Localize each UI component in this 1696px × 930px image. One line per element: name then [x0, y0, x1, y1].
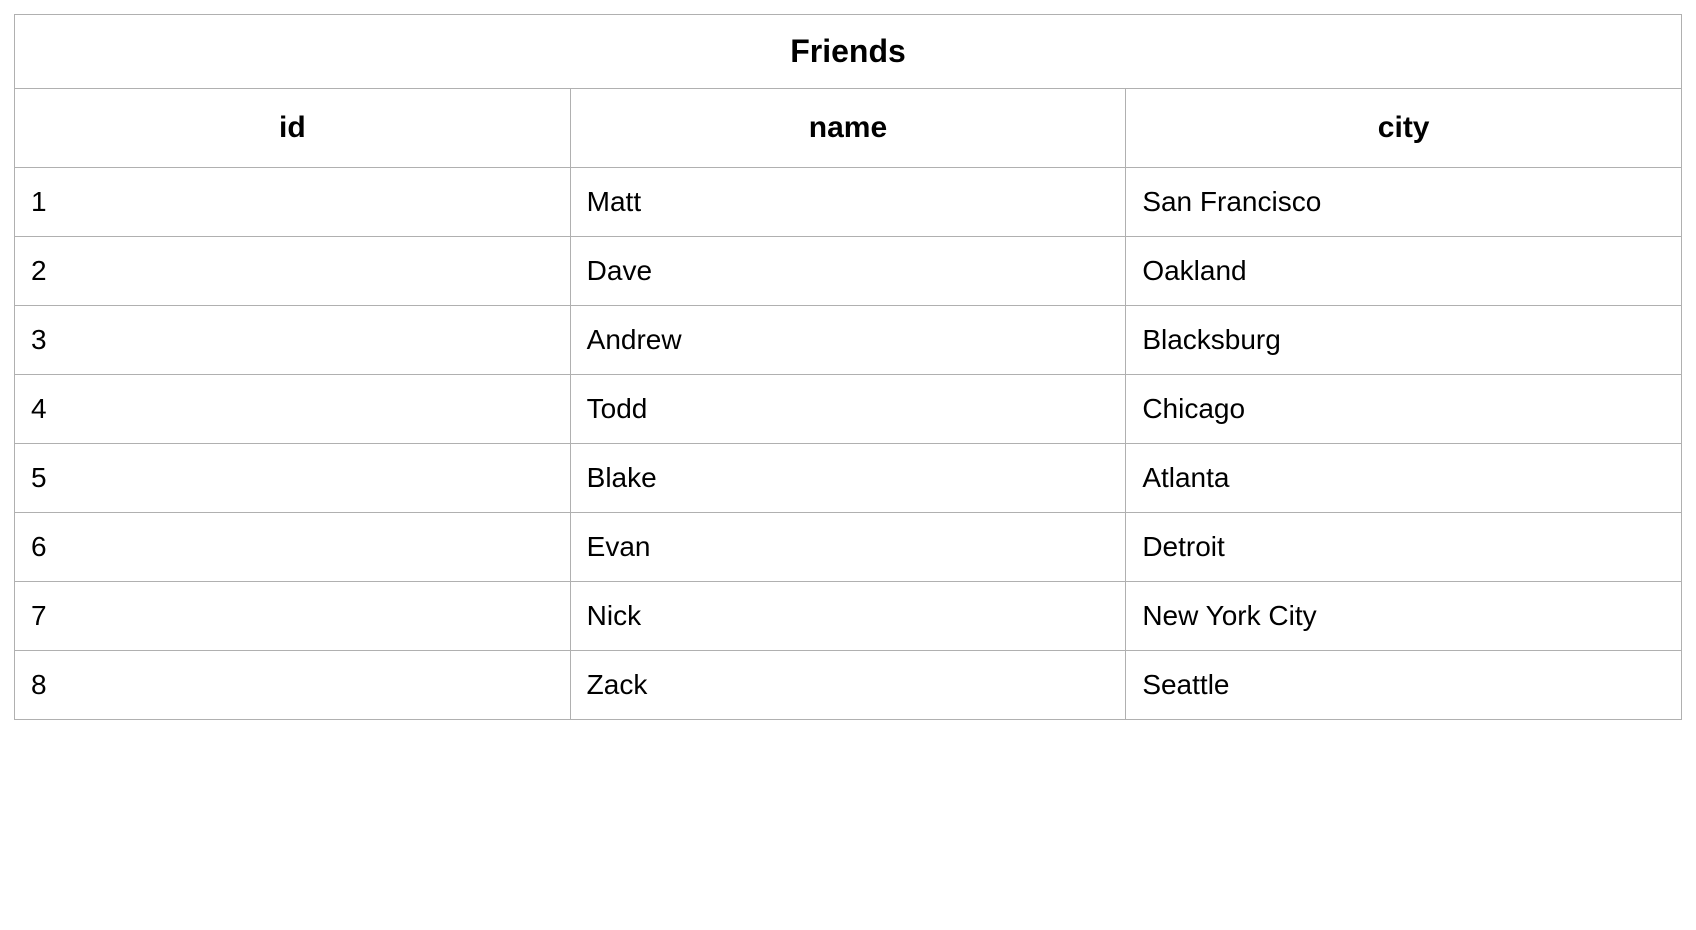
cell-city: San Francisco [1126, 168, 1682, 237]
cell-id: 3 [15, 306, 571, 375]
cell-name: Zack [570, 651, 1126, 720]
column-header-id: id [15, 89, 571, 168]
cell-name: Nick [570, 582, 1126, 651]
column-header-city: city [1126, 89, 1682, 168]
cell-id: 1 [15, 168, 571, 237]
cell-name: Dave [570, 237, 1126, 306]
table-row: 3 Andrew Blacksburg [15, 306, 1682, 375]
cell-city: New York City [1126, 582, 1682, 651]
table-row: 2 Dave Oakland [15, 237, 1682, 306]
cell-city: Blacksburg [1126, 306, 1682, 375]
cell-city: Chicago [1126, 375, 1682, 444]
table-row: 4 Todd Chicago [15, 375, 1682, 444]
table-title: Friends [14, 14, 1682, 88]
cell-city: Oakland [1126, 237, 1682, 306]
table-row: 8 Zack Seattle [15, 651, 1682, 720]
friends-table: Friends id name city 1 Matt San Francisc… [14, 14, 1682, 720]
table-row: 7 Nick New York City [15, 582, 1682, 651]
cell-id: 7 [15, 582, 571, 651]
cell-id: 6 [15, 513, 571, 582]
cell-name: Evan [570, 513, 1126, 582]
cell-city: Atlanta [1126, 444, 1682, 513]
cell-name: Andrew [570, 306, 1126, 375]
cell-name: Todd [570, 375, 1126, 444]
column-header-name: name [570, 89, 1126, 168]
table-row: 6 Evan Detroit [15, 513, 1682, 582]
cell-name: Blake [570, 444, 1126, 513]
cell-id: 8 [15, 651, 571, 720]
cell-id: 2 [15, 237, 571, 306]
cell-id: 5 [15, 444, 571, 513]
cell-id: 4 [15, 375, 571, 444]
cell-name: Matt [570, 168, 1126, 237]
table-header-row: id name city [15, 89, 1682, 168]
table-row: 5 Blake Atlanta [15, 444, 1682, 513]
cell-city: Detroit [1126, 513, 1682, 582]
table-row: 1 Matt San Francisco [15, 168, 1682, 237]
cell-city: Seattle [1126, 651, 1682, 720]
